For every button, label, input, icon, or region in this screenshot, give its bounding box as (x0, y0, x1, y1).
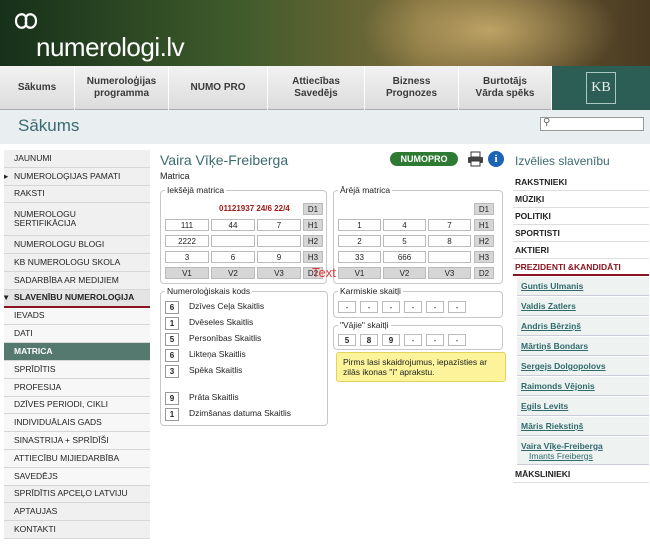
category-item[interactable]: MĀKSLINIEKI (513, 466, 649, 483)
category-item-selected[interactable]: PREZIDENTI &KANDIDĀTI (513, 259, 649, 276)
sidebar-subitem[interactable]: ATTIECĪBU MIJIEDARBĪBA (4, 449, 150, 468)
person-link[interactable]: Egils Levits (517, 397, 649, 416)
person-link[interactable]: Māris Riekstiņš (517, 417, 649, 436)
header-banner: numerologi.lv (0, 0, 650, 66)
kb-logo[interactable]: KB (552, 66, 650, 110)
person-link[interactable]: Mārtiņš Bondars (517, 337, 649, 356)
notice-box: Pirms lasi skaidrojumus, iepazīsties ar … (336, 352, 506, 382)
category-item[interactable]: MŪZIĶI (513, 191, 649, 208)
inner-matrix: Iekšējā matrica 01121937 24/6 22/4 D1 11… (160, 185, 327, 284)
sidebar-item[interactable]: NUMEROLOGU BLOGI (4, 236, 150, 255)
nav-bizness-prognozes[interactable]: Bizness Prognozes (365, 66, 459, 110)
karmic-numbers: Karmiskie skaitļi - - - - - - (333, 286, 503, 318)
sidebar-subitem-active[interactable]: MATRICA (4, 343, 150, 361)
printer-icon[interactable] (467, 151, 484, 167)
sidebar-subitem[interactable]: INDIVIDUĀLAIS GADS (4, 414, 150, 433)
right-header: Izvēlies slavenību (515, 154, 610, 168)
infinity-logo-icon (14, 13, 38, 29)
outer-matrix: Ārējā matrica D1 1 4 7 H1 2 5 8 H2 33 66… (333, 185, 503, 284)
person-link[interactable]: Guntis Ulmanis (517, 277, 649, 296)
sidebar-item[interactable]: ▸ NUMEROLOĢIJAS PAMATI (4, 167, 150, 186)
nav-burtotajs[interactable]: Burtotājs Vārda spēks (459, 66, 552, 110)
sidebar-item[interactable]: SADARBĪBA AR MEDIJIEM (4, 271, 150, 290)
person-link[interactable]: Sergejs Dolgopolovs (517, 357, 649, 376)
sidebar-subitem[interactable]: DATI (4, 325, 150, 344)
sidebar-subitem[interactable]: SINASTRIJA + SPRĪDĪŠI (4, 432, 150, 450)
arrow-right-icon: ▸ (4, 170, 9, 181)
sidebar-item[interactable]: KB NUMEROLOGU SKOLA (4, 254, 150, 272)
sidebar-item-slavenibu[interactable]: ▾ SLAVENĪBU NUMEROLOĢIJA (4, 289, 150, 308)
person-link[interactable]: Valdis Zatlers (517, 297, 649, 316)
category-item[interactable]: SPORTISTI (513, 225, 649, 242)
sidebar-subitem[interactable]: SPRĪDĪTIS (4, 360, 150, 379)
nav-numo-pro[interactable]: NUMO PRO (169, 66, 268, 110)
person-link-selected[interactable]: Vaira Vīķe-Freiberga Imants Freibergs (517, 437, 649, 465)
arrow-down-icon: ▾ (4, 292, 9, 303)
numopro-button[interactable]: NUMOPRO (390, 152, 458, 166)
category-item[interactable]: POLITIĶI (513, 208, 649, 225)
search-input[interactable]: ⚲ (540, 117, 644, 131)
sidebar-subitem[interactable]: IEVADS (4, 307, 150, 326)
nav-numerologijas-programma[interactable]: Numeroloģijas programma (75, 66, 169, 110)
person-link[interactable]: Raimonds Vējonis (517, 377, 649, 396)
nav-sakums[interactable]: Sākums (0, 66, 75, 110)
info-icon[interactable]: i (488, 151, 504, 167)
page-title: Sākums (18, 116, 80, 135)
sidebar-subitem[interactable]: SAVEDĒJS (4, 467, 150, 486)
site-logo[interactable]: numerologi.lv (36, 32, 185, 63)
right-sidebar: Izvēlies slavenību RAKSTNIEKI MŪZIĶI POL… (513, 150, 649, 483)
person-link[interactable]: Andris Bērziņš (517, 317, 649, 336)
weak-numbers: "Vājie" skaitļi 5 8 9 - - - (333, 320, 503, 350)
sidebar-item[interactable]: RAKSTI (4, 185, 150, 204)
sidebar-item[interactable]: KONTAKTI (4, 521, 150, 539)
sidebar-item[interactable]: SPRĪDĪTIS APCEĻO LATVIJU (4, 485, 150, 504)
nav-attiecibas-savedejs[interactable]: Attiecības Savedējs (268, 66, 365, 110)
text-overlay: Text (312, 265, 336, 280)
sidebar-item[interactable]: APTAUJAS (4, 503, 150, 522)
sidebar-subitem[interactable]: DZĪVES PERIODI, CIKLI (4, 396, 150, 415)
sidebar: JAUNUMI ▸ NUMEROLOĢIJAS PAMATI RAKSTI NUM… (4, 150, 150, 539)
sidebar-item[interactable]: JAUNUMI (4, 150, 150, 168)
celebrity-name: Vaira Vīķe-Freiberga (160, 152, 289, 168)
category-item[interactable]: RAKSTNIEKI (513, 174, 649, 191)
numerology-code: Numeroloģiskais kods 6 Dzīves Ceļa Skait… (160, 286, 328, 426)
matrica-label: Matrica (160, 171, 190, 181)
sidebar-subitem[interactable]: PROFESIJA (4, 378, 150, 397)
category-item[interactable]: AKTIERI (513, 242, 649, 259)
birth-date: 01121937 24/6 22/4 (219, 204, 290, 213)
search-icon: ⚲ (543, 117, 551, 128)
main-nav: Sākums Numeroloģijas programma NUMO PRO … (0, 66, 650, 110)
sidebar-item[interactable]: NUMEROLOGU SERTIFIKĀCIJA (4, 203, 150, 237)
